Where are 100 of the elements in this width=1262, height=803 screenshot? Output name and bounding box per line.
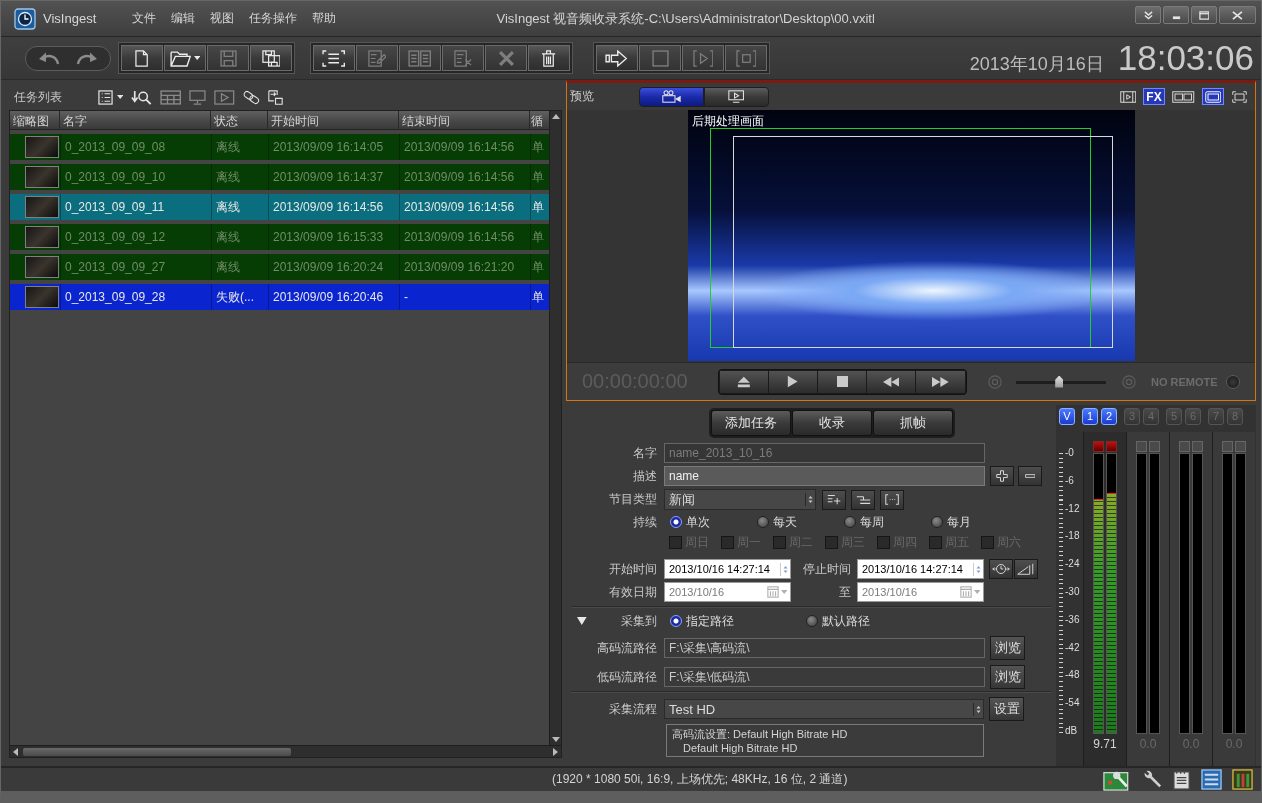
channel-button[interactable]: 1 bbox=[1082, 407, 1098, 425]
fast-forward-button[interactable] bbox=[916, 370, 965, 393]
menu-item[interactable]: 文件 bbox=[132, 8, 157, 29]
bracketed-square-icon bbox=[735, 49, 757, 67]
trash-button[interactable] bbox=[528, 45, 570, 71]
scale-label: -24 bbox=[1064, 557, 1081, 572]
play-button[interactable] bbox=[769, 370, 818, 393]
menu-item[interactable]: 视图 bbox=[210, 8, 235, 29]
dropdown-caret-icon[interactable] bbox=[117, 95, 124, 99]
remove-button[interactable] bbox=[1018, 466, 1042, 486]
monitor-play-icon bbox=[728, 90, 745, 103]
new-button[interactable] bbox=[121, 45, 163, 71]
radio-button[interactable] bbox=[670, 516, 682, 528]
task-row[interactable]: 0_2013_09_09_08 离线 2013/09/09 16:14:05 2013/09/09 16:14:56 单 bbox=[10, 134, 549, 160]
table-cell: 0_2013_09_09_28 bbox=[60, 284, 211, 310]
scroll-down-arrow-icon[interactable] bbox=[551, 737, 560, 742]
table-cell: 2013/09/09 16:15:33 bbox=[268, 224, 399, 250]
menu-item[interactable]: 任务操作 bbox=[249, 8, 298, 29]
expand-triangle-icon[interactable] bbox=[577, 617, 587, 625]
settings-button[interactable]: 设置 bbox=[989, 697, 1024, 721]
radio-button[interactable] bbox=[805, 615, 818, 627]
low-bitrate-path-field[interactable]: F:\采集\低码流\ bbox=[664, 667, 985, 687]
notepad-icon[interactable] bbox=[1171, 769, 1191, 790]
task-row[interactable]: 0_2013_09_09_12 离线 2013/09/09 16:15:33 2013/09/09 16:14:56 单 bbox=[10, 224, 549, 250]
collapse-button[interactable] bbox=[1135, 6, 1161, 24]
action-button[interactable]: 添加任务 bbox=[711, 410, 791, 436]
bracket-dots-icon bbox=[884, 494, 900, 505]
ramp-bars-icon bbox=[1017, 563, 1035, 575]
browse-button[interactable]: 浏览 bbox=[990, 665, 1025, 689]
time-shift-button[interactable] bbox=[989, 559, 1013, 579]
box-arrow-icon[interactable] bbox=[267, 89, 283, 105]
app-logo-icon bbox=[14, 7, 36, 30]
film-strip-icon bbox=[1119, 90, 1136, 103]
play-icon bbox=[787, 375, 799, 388]
workflow-dropdown[interactable]: Test HD bbox=[664, 699, 984, 719]
maximize-button[interactable] bbox=[1191, 6, 1217, 24]
radio-button[interactable] bbox=[669, 615, 682, 627]
radio-button[interactable] bbox=[757, 516, 769, 528]
fx-toggle[interactable]: FX bbox=[1143, 88, 1165, 105]
table-cell: 离线 bbox=[211, 164, 268, 190]
eject-button[interactable] bbox=[720, 370, 769, 393]
task-row[interactable]: 0_2013_09_09_10 离线 2013/09/09 16:14:37 2013/09/09 16:14:56 单 bbox=[10, 164, 549, 190]
browse-button[interactable]: 浏览 bbox=[990, 636, 1025, 660]
open-button[interactable] bbox=[164, 45, 206, 71]
window-title: VisIngest 视音频收录系统-C:\Users\Administrator\Desktop\00.vxitl bbox=[495, 9, 876, 28]
horizontal-scrollbar[interactable] bbox=[10, 745, 561, 757]
forward-button[interactable] bbox=[596, 45, 638, 71]
level-bars-icon[interactable] bbox=[1232, 769, 1253, 790]
save-all-button[interactable] bbox=[250, 45, 292, 71]
action-button[interactable]: 抓帧 bbox=[873, 410, 953, 436]
add-type-button[interactable] bbox=[822, 489, 846, 510]
radio-button[interactable] bbox=[931, 516, 943, 528]
range-button[interactable] bbox=[880, 489, 904, 510]
close-button[interactable] bbox=[1219, 6, 1256, 24]
table-cell: 2013/09/09 16:14:56 bbox=[399, 224, 530, 250]
list-panel-icon[interactable] bbox=[1201, 769, 1222, 790]
display-toggle[interactable] bbox=[1201, 88, 1224, 105]
task-row[interactable]: 0_2013_09_09_28 失败(... 2013/09/09 16:20:46 - 单 bbox=[10, 284, 549, 310]
channel-button[interactable]: V bbox=[1059, 407, 1075, 425]
thumbnail-placeholder bbox=[25, 196, 59, 218]
program-type-dropdown[interactable]: 新闻 bbox=[664, 489, 816, 510]
stop-button[interactable] bbox=[818, 370, 867, 393]
preview-tab[interactable] bbox=[639, 86, 704, 107]
action-button[interactable]: 收录 bbox=[792, 410, 872, 436]
high-bitrate-path-field[interactable]: F:\采集\高码流\ bbox=[664, 638, 985, 658]
indent-button[interactable] bbox=[851, 489, 875, 510]
arrow-magnifier-icon[interactable] bbox=[131, 89, 152, 105]
close-icon bbox=[1232, 10, 1243, 20]
chain-link-icon[interactable] bbox=[242, 89, 260, 105]
start-time-field[interactable]: 2013/10/16 14:27:14 bbox=[664, 559, 791, 579]
list-icon[interactable] bbox=[98, 89, 113, 105]
field-label: 开始时间 bbox=[608, 560, 657, 578]
spinner-arrows-icon[interactable] bbox=[972, 702, 981, 716]
scrollbar-thumb[interactable] bbox=[23, 747, 291, 756]
preview-tab[interactable] bbox=[704, 86, 769, 107]
spinner-arrows-icon[interactable] bbox=[804, 493, 813, 506]
task-row[interactable]: 0_2013_09_09_27 离线 2013/09/09 16:20:24 2013/09/09 16:21:20 单 bbox=[10, 254, 549, 280]
scroll-left-arrow-icon[interactable] bbox=[13, 747, 18, 756]
stop-icon bbox=[836, 376, 848, 387]
table-cell: 离线 bbox=[211, 194, 268, 220]
table-cell: 0_2013_09_09_11 bbox=[60, 194, 211, 220]
add-button[interactable] bbox=[990, 466, 1014, 486]
vertical-scrollbar[interactable] bbox=[549, 111, 561, 745]
duration-button[interactable] bbox=[1014, 559, 1038, 579]
scroll-up-arrow-icon[interactable] bbox=[551, 114, 560, 119]
menu-item[interactable]: 编辑 bbox=[171, 8, 196, 29]
rewind-button[interactable] bbox=[867, 370, 916, 393]
table-cell: 单 bbox=[530, 224, 546, 250]
name-field[interactable]: name_2013_10_16 bbox=[664, 443, 985, 463]
description-field[interactable]: name bbox=[664, 466, 985, 486]
scroll-right-arrow-icon[interactable] bbox=[553, 747, 558, 756]
minimize-button[interactable] bbox=[1163, 6, 1189, 24]
list-button[interactable] bbox=[313, 45, 355, 71]
column-header[interactable]: 循 bbox=[530, 111, 546, 130]
channel-button[interactable]: 2 bbox=[1101, 407, 1117, 425]
menu-item[interactable]: 帮助 bbox=[312, 8, 337, 29]
radio-button[interactable] bbox=[844, 516, 856, 528]
stop-time-field[interactable]: 2013/10/16 14:27:14 bbox=[857, 559, 984, 579]
task-row[interactable]: 0_2013_09_09_11 离线 2013/09/09 16:14:56 2013/09/09 16:14:56 单 bbox=[10, 194, 549, 220]
slider-thumb[interactable] bbox=[1055, 375, 1064, 388]
